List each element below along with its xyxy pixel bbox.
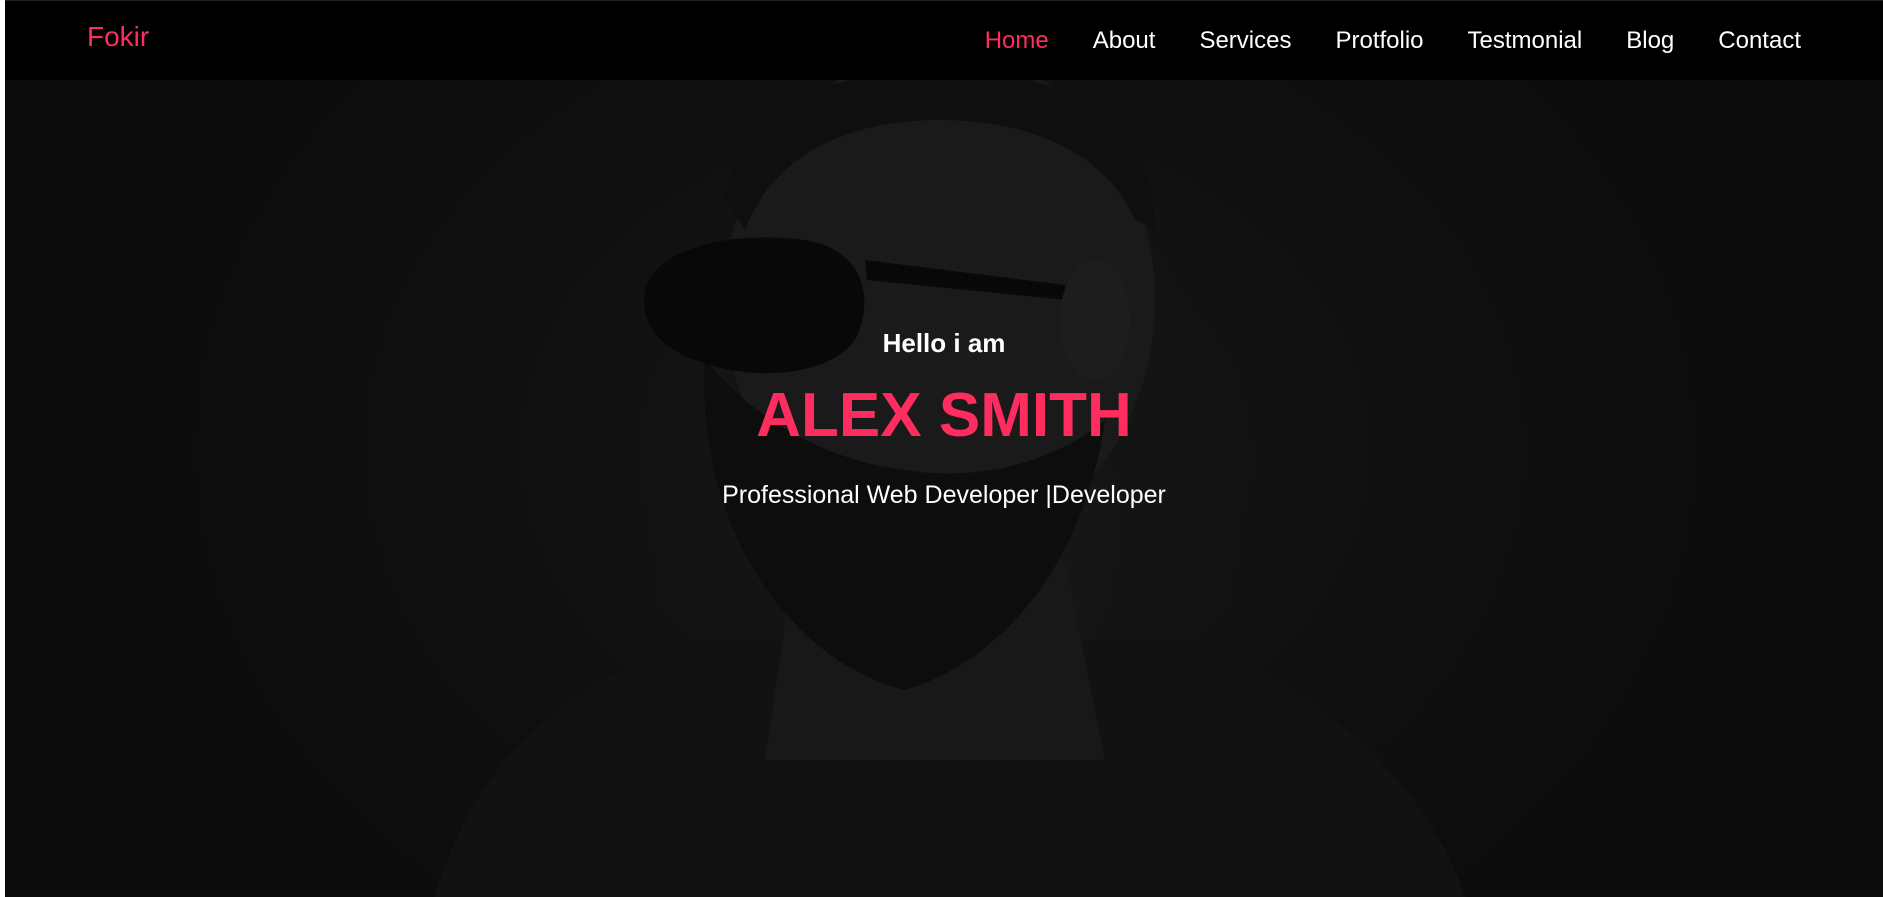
brand-logo-link[interactable]: Fokir (87, 21, 149, 53)
hero-name: ALEX SMITH (756, 381, 1132, 450)
nav-item-services: Services (1199, 27, 1291, 55)
nav-link-portfolio[interactable]: Protfolio (1335, 27, 1423, 54)
top-navbar: Fokir Home About Services Protfolio Test… (5, 0, 1883, 80)
nav-link-home[interactable]: Home (985, 27, 1049, 54)
nav-item-testimonial: Testmonial (1468, 27, 1583, 55)
nav-link-services[interactable]: Services (1199, 27, 1291, 54)
nav-item-contact: Contact (1718, 27, 1801, 55)
nav-link-about[interactable]: About (1093, 27, 1156, 54)
nav-link-contact[interactable]: Contact (1718, 27, 1801, 54)
hero-greeting: Hello i am (882, 328, 1006, 358)
nav-item-about: About (1093, 27, 1156, 55)
nav-item-blog: Blog (1626, 27, 1674, 55)
hero-intro: Hello i am ALEX SMITH Professional Web D… (5, 328, 1883, 510)
nav-link-blog[interactable]: Blog (1626, 27, 1674, 54)
main-nav: Home About Services Protfolio Testmonial… (985, 27, 1801, 55)
nav-item-home: Home (985, 27, 1049, 55)
hero-tagline: Professional Web Developer |Developer (722, 481, 1166, 509)
page: Fokir Home About Services Protfolio Test… (0, 0, 1883, 897)
nav-link-testimonial[interactable]: Testmonial (1468, 27, 1583, 54)
nav-item-portfolio: Protfolio (1335, 27, 1423, 55)
